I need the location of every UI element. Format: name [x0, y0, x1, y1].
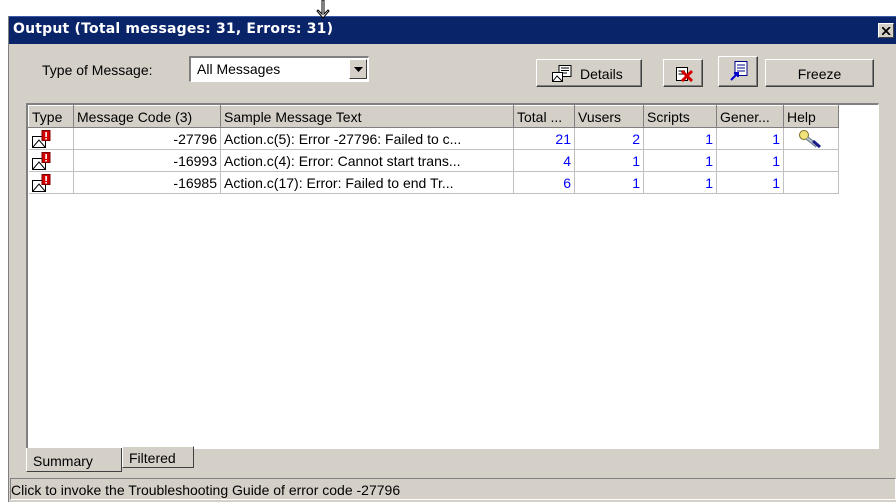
table-row[interactable]: -27796 Action.c(5): Error -27796: Failed…	[28, 127, 839, 150]
details-label: Details	[580, 66, 623, 82]
generators-link[interactable]: 1	[716, 149, 784, 172]
tab-filtered-label: Filtered	[129, 450, 176, 466]
vusers-link[interactable]: 1	[574, 171, 644, 194]
sample-text-cell[interactable]: Action.c(17): Error: Failed to end Tr...	[220, 171, 514, 194]
freeze-label: Freeze	[797, 66, 842, 82]
tab-filtered[interactable]: Filtered	[122, 446, 194, 468]
sample-text-cell[interactable]: Action.c(5): Error -27796: Failed to c..…	[220, 127, 514, 150]
error-message-icon	[31, 129, 50, 148]
generators-link[interactable]: 1	[716, 127, 784, 150]
dropdown-button[interactable]	[349, 59, 367, 79]
column-header-help[interactable]: Help	[783, 105, 839, 128]
freeze-button[interactable]: Freeze	[765, 59, 874, 87]
error-message-icon	[31, 151, 50, 170]
close-icon	[882, 27, 891, 35]
table-row[interactable]: -16985 Action.c(17): Error: Failed to en…	[28, 171, 839, 194]
status-bar: Click to invoke the Troubleshooting Guid…	[10, 478, 896, 500]
status-text: Click to invoke the Troubleshooting Guid…	[11, 482, 401, 498]
scripts-link[interactable]: 1	[643, 171, 717, 194]
type-cell	[28, 171, 74, 194]
total-link[interactable]: 21	[513, 127, 575, 150]
remove-errors-icon	[676, 67, 694, 82]
remove-errors-button[interactable]	[663, 59, 703, 87]
type-cell	[28, 149, 74, 172]
export-icon	[730, 61, 748, 81]
tab-summary-label: Summary	[33, 453, 93, 469]
title-bar[interactable]: Output (Total messages: 31, Errors: 31)	[9, 16, 896, 44]
vusers-link[interactable]: 2	[574, 127, 644, 150]
messages-table: Type Message Code (3) Sample Message Tex…	[28, 105, 839, 194]
output-window: Output (Total messages: 31, Errors: 31) …	[8, 16, 896, 502]
mouse-cursor-icon	[316, 0, 330, 19]
column-header-scripts[interactable]: Scripts	[643, 105, 717, 128]
details-button[interactable]: Details	[536, 59, 642, 87]
message-type-select[interactable]: All Messages	[189, 56, 369, 82]
message-type-value: All Messages	[197, 61, 281, 77]
column-header-total[interactable]: Total ...	[513, 105, 575, 128]
scripts-link[interactable]: 1	[643, 127, 717, 150]
message-code-cell: -27796	[73, 127, 221, 150]
toolbar: Type of Message: All Messages	[9, 44, 896, 82]
total-link[interactable]: 4	[513, 149, 575, 172]
help-cell	[783, 171, 839, 194]
help-cell[interactable]	[783, 127, 839, 150]
total-link[interactable]: 6	[513, 171, 575, 194]
troubleshoot-icon[interactable]	[798, 129, 822, 148]
scripts-link[interactable]: 1	[643, 149, 717, 172]
message-code-cell: -16993	[73, 149, 221, 172]
window-title: Output (Total messages: 31, Errors: 31)	[13, 21, 334, 37]
generators-link[interactable]: 1	[716, 171, 784, 194]
column-header-vusers[interactable]: Vusers	[574, 105, 644, 128]
error-message-icon	[31, 173, 50, 192]
tab-summary[interactable]: Summary	[26, 448, 122, 472]
vusers-link[interactable]: 1	[574, 149, 644, 172]
sample-text-cell[interactable]: Action.c(4): Error: Cannot start trans..…	[220, 149, 514, 172]
message-code-cell: -16985	[73, 171, 221, 194]
column-header-generators[interactable]: Gener...	[716, 105, 784, 128]
table-row[interactable]: -16993 Action.c(4): Error: Cannot start …	[28, 149, 839, 172]
export-button[interactable]	[718, 56, 758, 87]
column-header-message-code[interactable]: Message Code (3)	[73, 105, 221, 128]
details-icon	[552, 65, 572, 82]
chevron-down-icon	[354, 67, 363, 72]
close-button[interactable]	[878, 23, 894, 38]
table-header-row: Type Message Code (3) Sample Message Tex…	[28, 105, 839, 128]
view-tabs: Summary Filtered	[26, 446, 879, 474]
column-header-sample-text[interactable]: Sample Message Text	[220, 105, 514, 128]
type-cell	[28, 127, 74, 150]
help-cell	[783, 149, 839, 172]
message-type-label: Type of Message:	[42, 62, 153, 78]
column-header-type[interactable]: Type	[28, 105, 74, 128]
messages-grid: Type Message Code (3) Sample Message Tex…	[26, 103, 879, 449]
